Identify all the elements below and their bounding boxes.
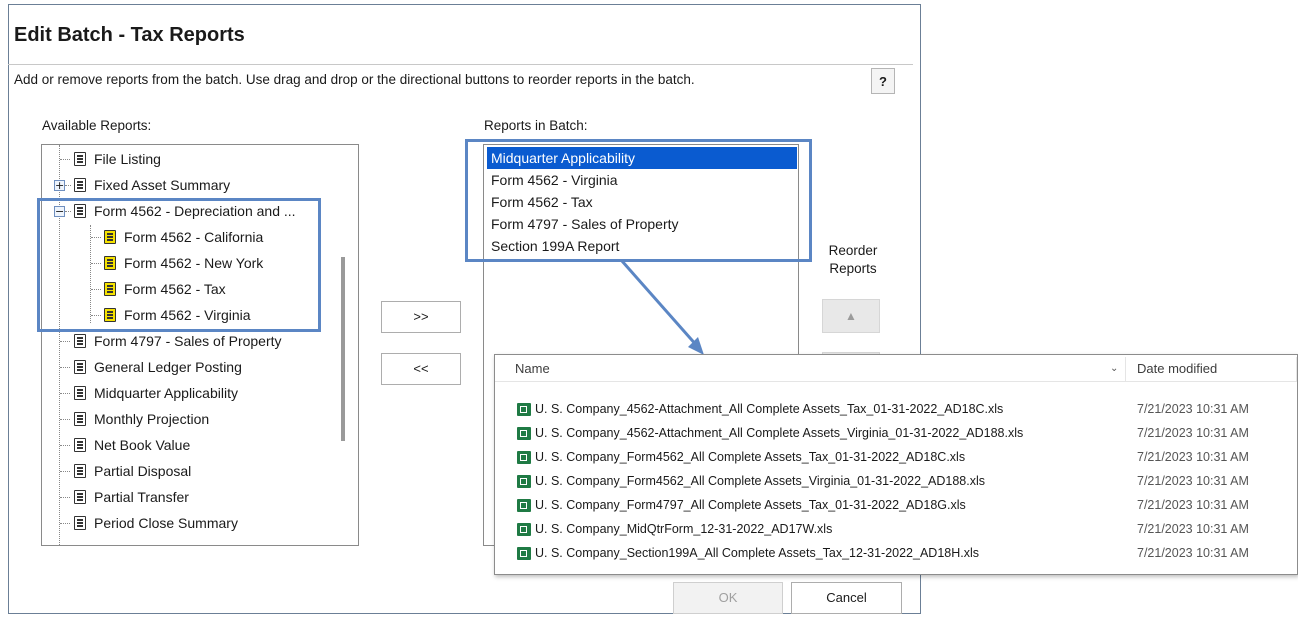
ok-button[interactable]: OK [673,582,783,614]
report-icon [74,412,86,426]
dialog-title: Edit Batch - Tax Reports [14,24,245,46]
title-separator [8,64,913,65]
available-reports-label: Available Reports: [42,118,152,133]
batch-highlight-box [465,139,812,262]
tree-item-period-close-summary[interactable]: Period Close Summary [42,511,342,535]
tree-item-label: Period Close Summary [94,515,238,531]
tree-item-partial-transfer[interactable]: Partial Transfer [42,485,342,509]
excel-file-icon [517,427,531,440]
file-date: 7/21/2023 10:31 AM [1137,498,1249,512]
remove-from-batch-button[interactable]: << [381,353,461,385]
reorder-label-line2: Reports [829,261,877,276]
tree-connector [60,419,70,420]
tree-item-label: Fixed Asset Summary [94,177,231,193]
tree-item-label: Monthly Projection [94,411,210,427]
tree-item-label: Partial Transfer [94,489,189,505]
expand-icon[interactable]: + [54,180,65,191]
cancel-button[interactable]: Cancel [791,582,902,614]
instructions-text: Add or remove reports from the batch. Us… [14,72,695,87]
help-button[interactable]: ? [871,68,895,94]
tree-connector [60,523,70,524]
report-icon [74,152,86,166]
file-date: 7/21/2023 10:31 AM [1137,402,1249,416]
form-4562-highlight-box [37,198,321,332]
excel-file-icon [517,499,531,512]
file-row[interactable]: U. S. Company_MidQtrForm_12-31-2022_AD17… [495,517,1297,541]
move-up-button[interactable]: ▲ [822,299,880,333]
column-divider[interactable] [1296,357,1297,381]
tree-connector [60,445,70,446]
reports-in-batch-label: Reports in Batch: [484,118,588,133]
report-icon [74,490,86,504]
tree-item-label: File Listing [94,151,161,167]
file-date: 7/21/2023 10:31 AM [1137,522,1249,536]
file-row[interactable]: U. S. Company_4562-Attachment_All Comple… [495,421,1297,445]
file-name: U. S. Company_Form4562_All Complete Asse… [535,474,986,488]
callout-arrow-icon [620,260,704,355]
tree-scrollbar-thumb[interactable] [341,257,345,441]
report-icon [74,178,86,192]
report-icon [74,516,86,530]
excel-file-icon [517,475,531,488]
file-date: 7/21/2023 10:31 AM [1137,474,1249,488]
file-row[interactable]: U. S. Company_Section199A_All Complete A… [495,541,1297,565]
report-icon [74,360,86,374]
excel-file-icon [517,451,531,464]
tree-item-midquarter-applicability[interactable]: Midquarter Applicability [42,381,342,405]
file-row[interactable]: U. S. Company_4562-Attachment_All Comple… [495,397,1297,421]
tree-connector [60,159,70,160]
excel-file-icon [517,523,531,536]
tree-item-general-ledger-posting[interactable]: General Ledger Posting [42,355,342,379]
report-icon [74,334,86,348]
tree-connector [60,341,70,342]
tree-connector [60,393,70,394]
excel-file-icon [517,547,531,560]
file-explorer-panel: Name ⌄ Date modified U. S. Company_4562-… [494,354,1298,575]
reorder-reports-label: Reorder Reports [823,242,883,278]
file-row[interactable]: U. S. Company_Form4562_All Complete Asse… [495,469,1297,493]
report-icon [74,464,86,478]
tree-item-file-listing[interactable]: File Listing [42,147,342,171]
reorder-label-line1: Reorder [828,243,878,258]
file-name: U. S. Company_Form4562_All Complete Asse… [535,450,966,464]
file-date: 7/21/2023 10:31 AM [1137,450,1249,464]
tree-connector [60,367,70,368]
tree-item-label: Partial Disposal [94,463,192,479]
file-row[interactable]: U. S. Company_Form4797_All Complete Asse… [495,493,1297,517]
tree-item-label: Midquarter Applicability [94,385,238,401]
tree-item-label: Form 4797 - Sales of Property [94,333,282,349]
file-name: U. S. Company_4562-Attachment_All Comple… [535,402,1004,416]
add-to-batch-button[interactable]: >> [381,301,461,333]
column-header-date-modified[interactable]: Date modified [1137,357,1217,381]
file-list-header: Name ⌄ Date modified [495,357,1297,382]
file-row[interactable]: U. S. Company_Form4562_All Complete Asse… [495,445,1297,469]
tree-item-partial-disposal[interactable]: Partial Disposal [42,459,342,483]
excel-file-icon [517,403,531,416]
column-header-name[interactable]: Name [515,357,550,381]
tree-connector [60,471,70,472]
file-date: 7/21/2023 10:31 AM [1137,546,1249,560]
tree-connector [65,185,71,186]
tree-item-monthly-projection[interactable]: Monthly Projection [42,407,342,431]
tree-item-form-4797[interactable]: Form 4797 - Sales of Property [42,329,342,353]
sort-chevron-icon[interactable]: ⌄ [1110,357,1118,381]
tree-connector [60,497,70,498]
tree-item-label: Net Book Value [94,437,191,453]
tree-item-label: General Ledger Posting [94,359,242,375]
column-divider[interactable] [1125,357,1126,381]
report-icon [74,438,86,452]
tree-item-fixed-asset-summary[interactable]: + Fixed Asset Summary [42,173,342,197]
file-name: U. S. Company_Form4797_All Complete Asse… [535,498,966,512]
file-name: U. S. Company_Section199A_All Complete A… [535,546,979,560]
file-date: 7/21/2023 10:31 AM [1137,426,1249,440]
file-name: U. S. Company_4562-Attachment_All Comple… [535,426,1024,440]
file-name: U. S. Company_MidQtrForm_12-31-2022_AD17… [535,522,833,536]
tree-item-net-book-value[interactable]: Net Book Value [42,433,342,457]
report-icon [74,386,86,400]
